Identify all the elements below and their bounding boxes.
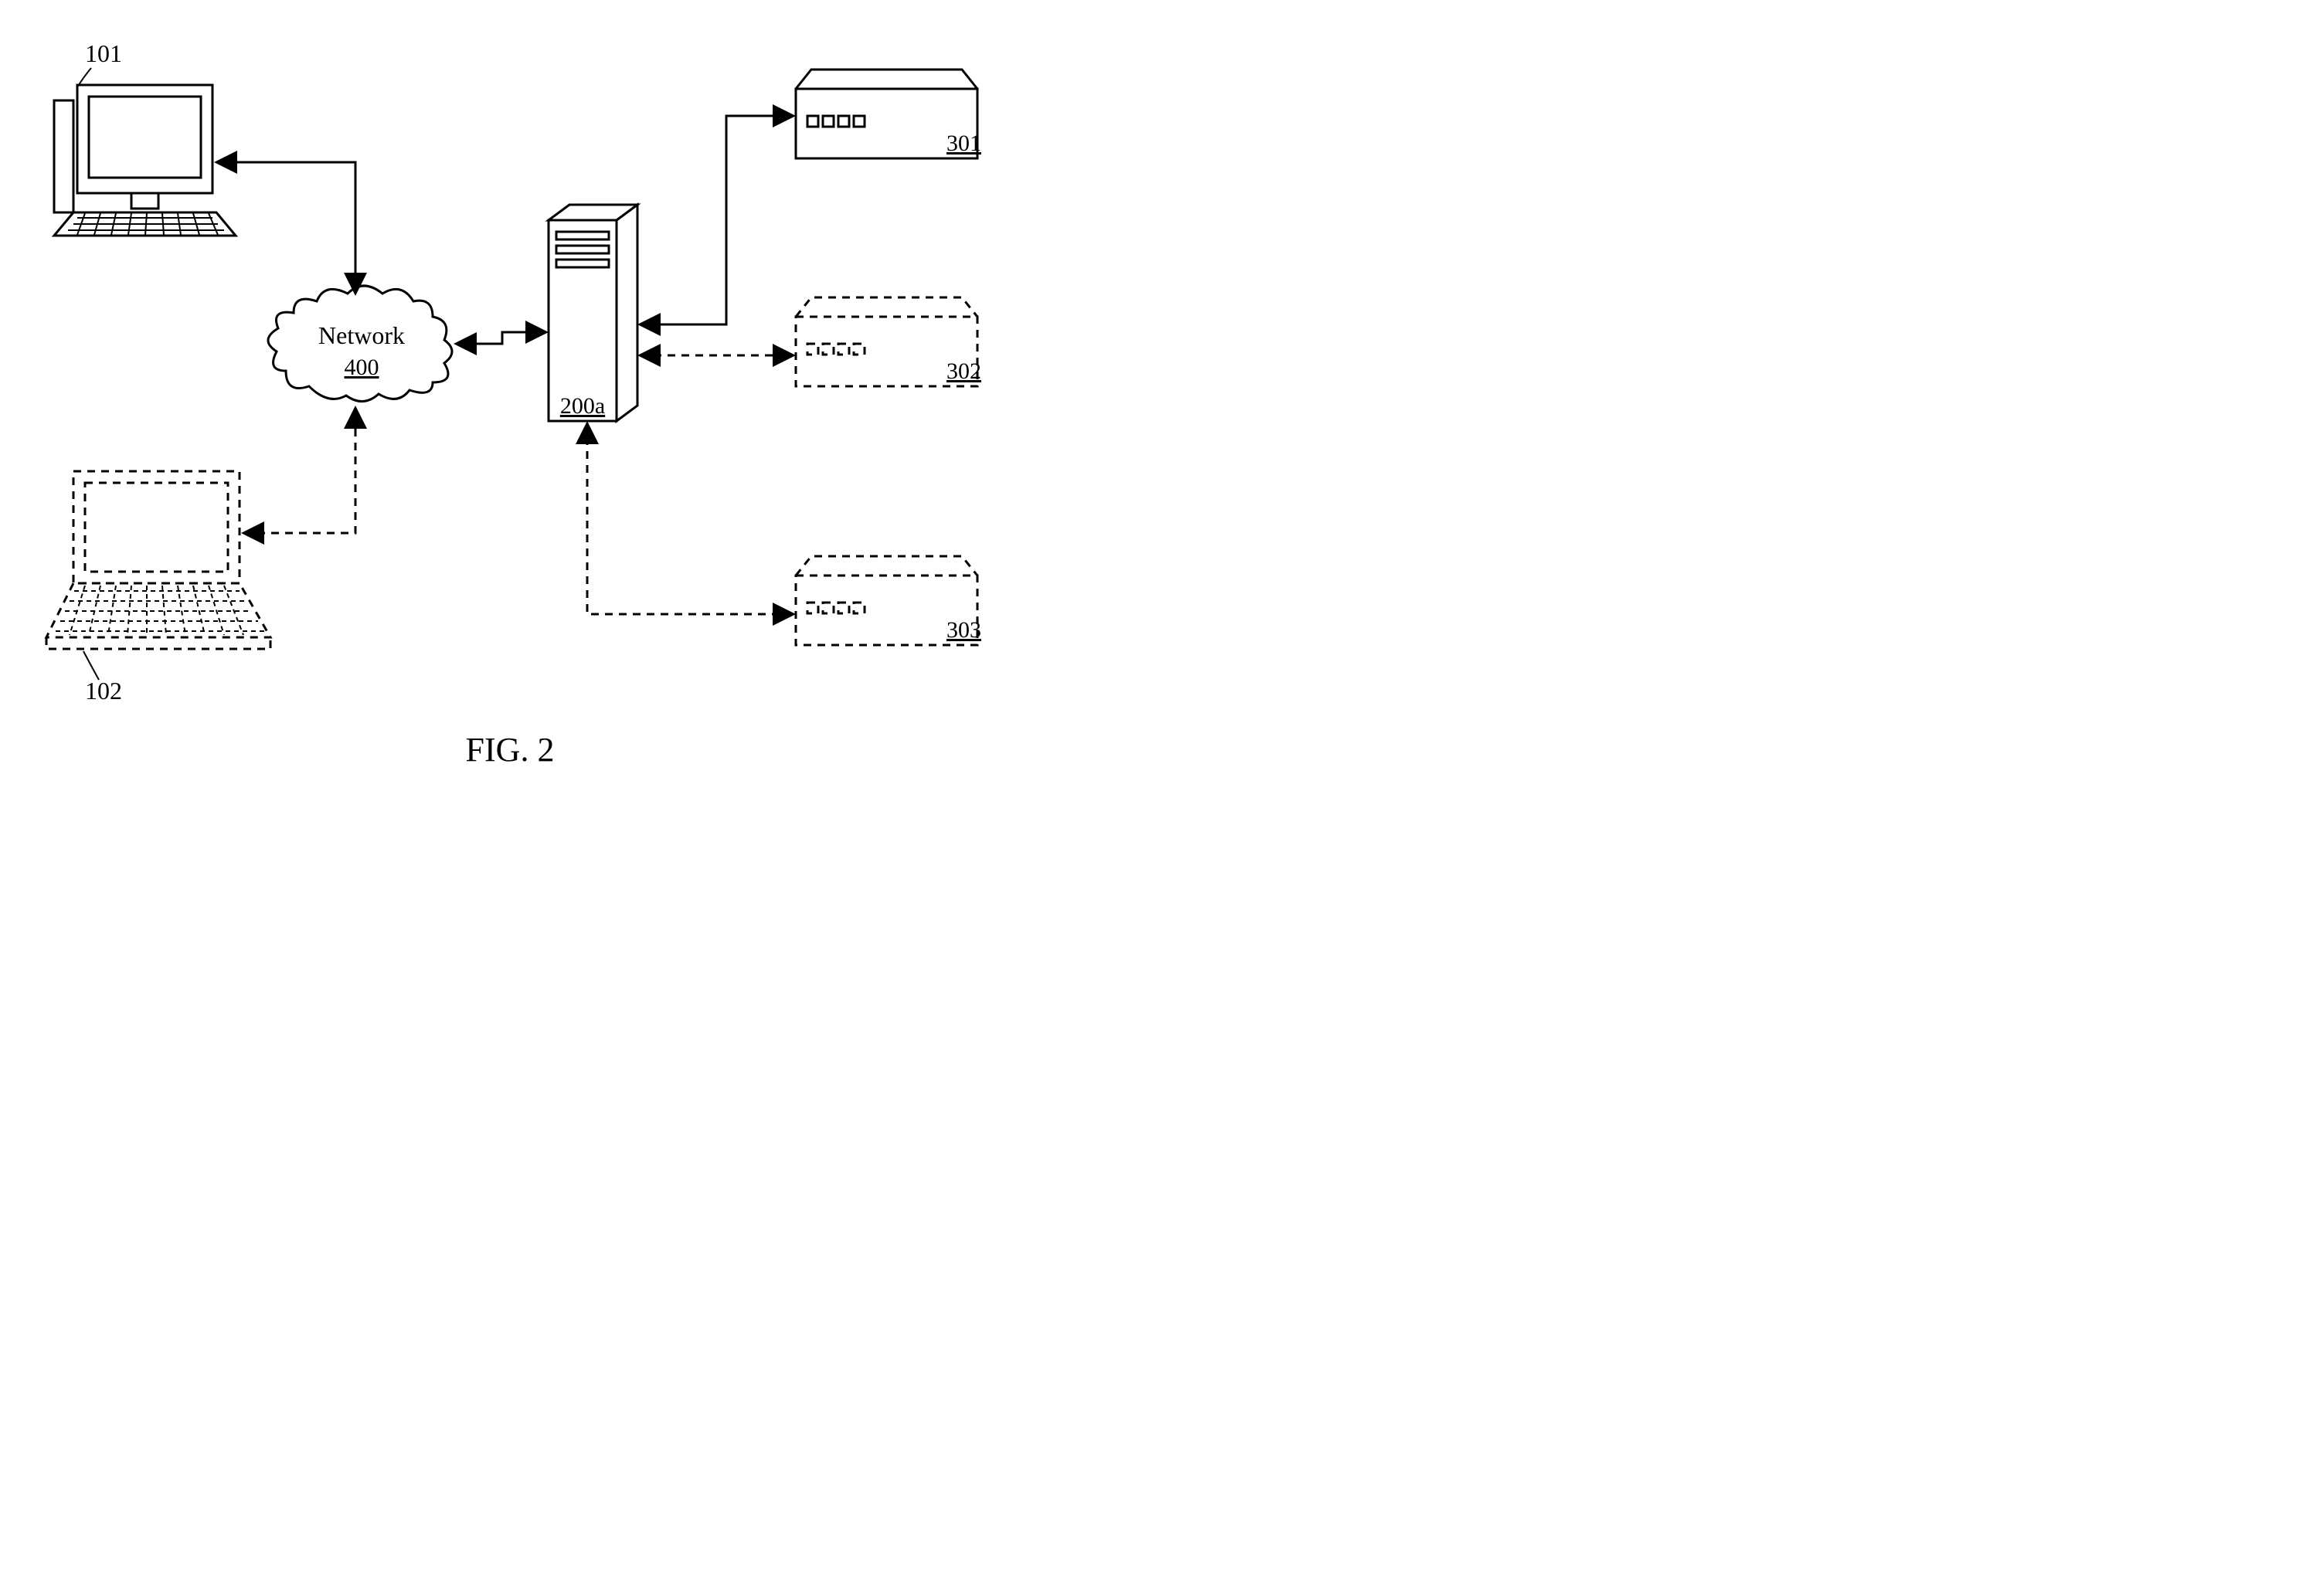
edge-network-server bbox=[456, 332, 546, 344]
desktop-ref-label: 101 bbox=[85, 39, 122, 67]
network-ref-label: 400 bbox=[345, 355, 379, 380]
server-ref-label: 200a bbox=[560, 393, 605, 419]
laptop-icon bbox=[46, 471, 270, 649]
edge-laptop-network bbox=[243, 408, 355, 533]
storage-mid-ref-label: 302 bbox=[946, 358, 981, 384]
edge-server-storage303 bbox=[587, 423, 793, 614]
edge-server-storage301 bbox=[640, 116, 793, 324]
laptop-leader-line bbox=[83, 651, 99, 680]
laptop-ref-label: 102 bbox=[85, 677, 122, 705]
figure-label: FIG. 2 bbox=[466, 731, 555, 769]
network-label: Network bbox=[318, 321, 405, 349]
storage-top-ref-label: 301 bbox=[946, 131, 981, 156]
edge-desktop-network bbox=[216, 162, 355, 294]
server-icon bbox=[549, 205, 637, 421]
laptop-keys bbox=[56, 586, 264, 635]
diagram-canvas: 101 102 Network 400 bbox=[0, 0, 1152, 798]
storage-bot-ref-label: 303 bbox=[946, 617, 981, 643]
desktop-computer-icon bbox=[54, 85, 236, 236]
